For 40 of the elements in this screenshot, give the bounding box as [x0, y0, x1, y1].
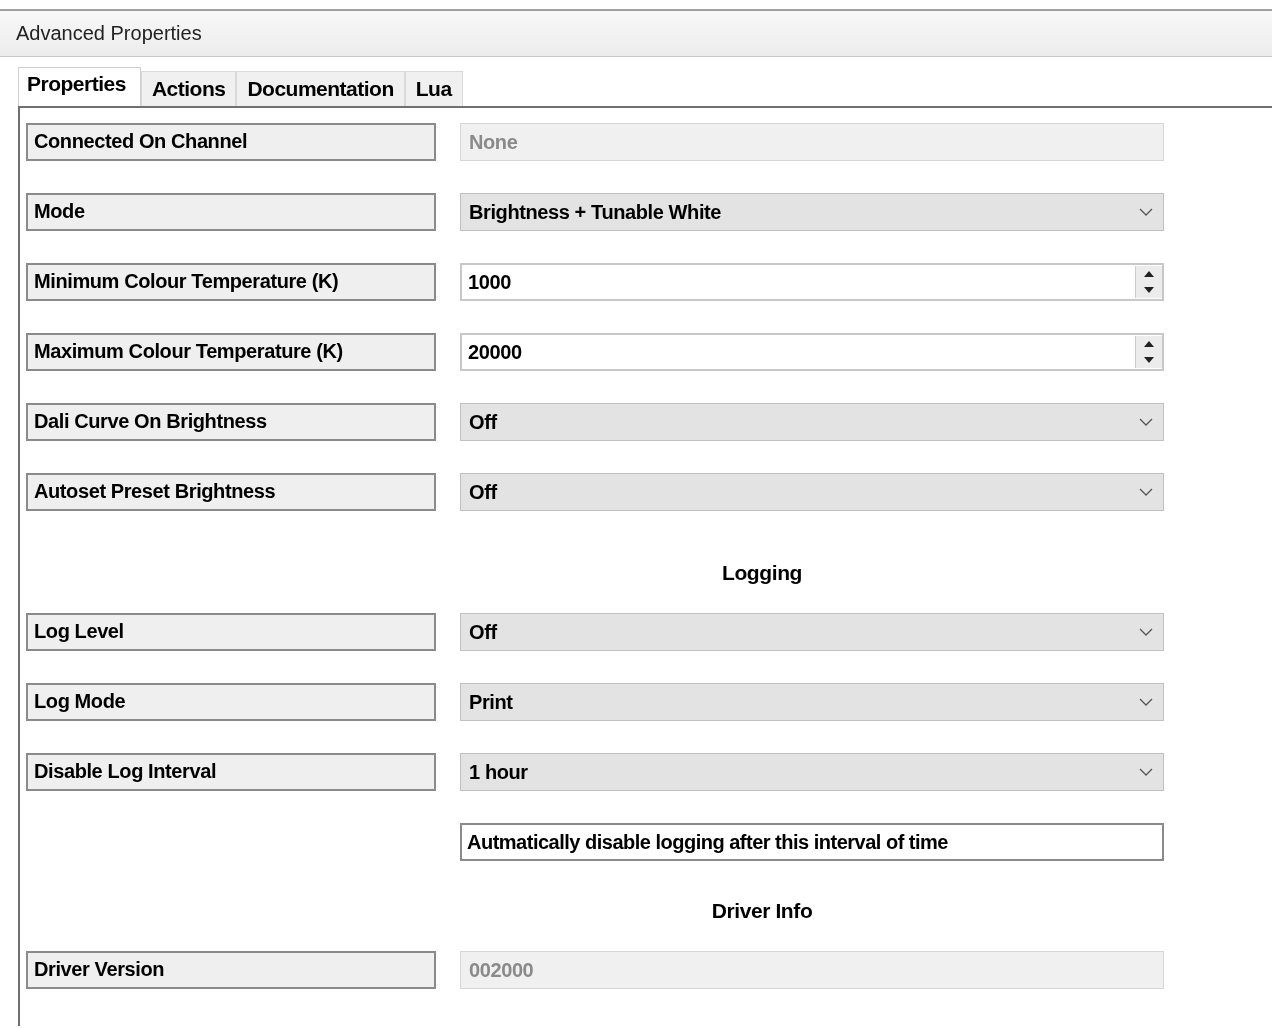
tab[interactable]: Documentation: [236, 71, 405, 106]
chevron-down-icon: [1139, 208, 1153, 216]
dropdown[interactable]: Brightness + Tunable White: [460, 193, 1164, 231]
readonly-field: None: [460, 123, 1164, 161]
chevron-down-icon: [1139, 488, 1153, 496]
spinner-buttons[interactable]: [1135, 336, 1162, 368]
property-label: Disable Log Interval: [26, 753, 436, 791]
dropdown[interactable]: Print: [460, 683, 1164, 721]
number-field[interactable]: 20000: [460, 333, 1164, 371]
tab[interactable]: Properties: [18, 67, 141, 106]
property-label: Mode: [26, 193, 436, 231]
property-label: Maximum Colour Temperature (K): [26, 333, 436, 371]
property-label: Log Mode: [26, 683, 436, 721]
dropdown[interactable]: Off: [460, 473, 1164, 511]
tab[interactable]: Lua: [404, 71, 463, 106]
tab[interactable]: Actions: [140, 71, 237, 106]
property-label: Autoset Preset Brightness: [26, 473, 436, 511]
hint-text: Autmatically disable logging after this interval of time: [460, 823, 1164, 861]
number-field[interactable]: 1000: [460, 263, 1164, 301]
down-arrow-icon: [1144, 357, 1154, 363]
property-label: Driver Version: [26, 951, 436, 989]
property-label: Connected On Channel: [26, 123, 436, 161]
dropdown[interactable]: Off: [460, 613, 1164, 651]
property-label: Minimum Colour Temperature (K): [26, 263, 436, 301]
up-arrow-icon: [1144, 341, 1154, 347]
dropdown[interactable]: 1 hour: [460, 753, 1164, 791]
up-arrow-icon: [1144, 271, 1154, 277]
readonly-field: 002000: [460, 951, 1164, 989]
property-label: Log Level: [26, 613, 436, 651]
spinner-buttons[interactable]: [1135, 266, 1162, 298]
chevron-down-icon: [1139, 698, 1153, 706]
chevron-down-icon: [1139, 418, 1153, 426]
window-title: Advanced Properties: [16, 22, 202, 45]
chevron-down-icon: [1139, 628, 1153, 636]
section-heading: Driver Info: [711, 899, 813, 924]
property-label: Dali Curve On Brightness: [26, 403, 436, 441]
chevron-down-icon: [1139, 768, 1153, 776]
dropdown[interactable]: Off: [460, 403, 1164, 441]
down-arrow-icon: [1144, 287, 1154, 293]
section-heading: Logging: [722, 561, 802, 586]
